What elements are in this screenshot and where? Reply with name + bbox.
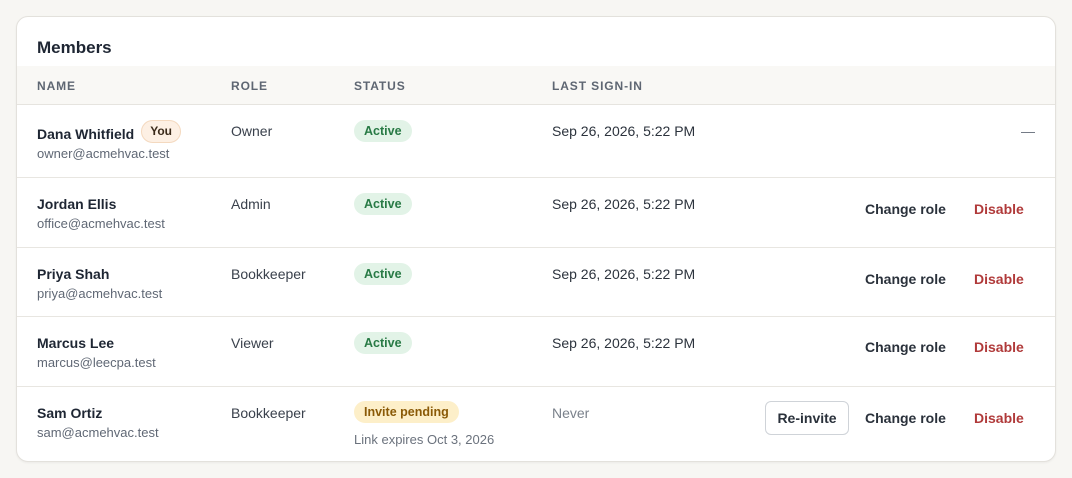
- last-sign-in: Never: [552, 405, 590, 421]
- disable-button[interactable]: Disable: [974, 410, 1024, 426]
- member-name: Marcus Lee: [37, 335, 115, 351]
- column-header-last-sign-in: LAST SIGN-IN: [552, 79, 643, 93]
- change-role-button[interactable]: Change role: [865, 201, 946, 217]
- member-role: Owner: [231, 123, 273, 139]
- you-badge: You: [141, 120, 182, 143]
- last-sign-in: Sep 26, 2026, 5:22 PM: [552, 266, 696, 282]
- column-header-status: STATUS: [354, 79, 406, 93]
- column-header-name: NAME: [37, 79, 76, 93]
- table-header: NAME ROLE STATUS LAST SIGN-IN: [17, 66, 1055, 105]
- table-row: Sam Ortiz sam@acmehvac.test Bookkeeper I…: [17, 387, 1055, 461]
- member-role: Bookkeeper: [231, 405, 306, 421]
- column-header-role: ROLE: [231, 79, 268, 93]
- table-row: Jordan Ellis office@acmehvac.test Admin …: [17, 178, 1055, 248]
- table-row: Dana Whitfield You owner@acmehvac.test O…: [17, 105, 1055, 178]
- status-badge: Invite pending: [354, 401, 459, 423]
- last-sign-in: Sep 26, 2026, 5:22 PM: [552, 196, 696, 212]
- member-role: Bookkeeper: [231, 266, 306, 282]
- card-title: Members: [37, 38, 112, 57]
- member-name: Priya Shah: [37, 266, 110, 282]
- member-name: Sam Ortiz: [37, 405, 103, 421]
- member-role: Viewer: [231, 335, 274, 351]
- last-sign-in: Sep 26, 2026, 5:22 PM: [552, 335, 696, 351]
- disable-button[interactable]: Disable: [974, 201, 1024, 217]
- member-email: office@acmehvac.test: [37, 216, 165, 231]
- member-email: sam@acmehvac.test: [37, 425, 159, 440]
- disable-button[interactable]: Disable: [974, 339, 1024, 355]
- invite-expiry-note: Link expires Oct 3, 2026: [354, 432, 495, 447]
- disable-button[interactable]: Disable: [974, 271, 1024, 287]
- change-role-button[interactable]: Change role: [865, 410, 946, 426]
- change-role-button[interactable]: Change role: [865, 271, 946, 287]
- status-badge: Active: [354, 263, 412, 285]
- members-card: Members NAME ROLE STATUS LAST SIGN-IN Da…: [16, 16, 1056, 462]
- reinvite-button[interactable]: Re-invite: [765, 401, 849, 435]
- member-email: marcus@leecpa.test: [37, 355, 156, 370]
- last-sign-in: Sep 26, 2026, 5:22 PM: [552, 123, 696, 139]
- member-name: Jordan Ellis: [37, 196, 117, 212]
- member-email: priya@acmehvac.test: [37, 286, 163, 301]
- member-role: Admin: [231, 196, 271, 212]
- table-row: Marcus Lee marcus@leecpa.test Viewer Act…: [17, 317, 1055, 387]
- change-role-button[interactable]: Change role: [865, 339, 946, 355]
- table-row: Priya Shah priya@acmehvac.test Bookkeepe…: [17, 248, 1055, 317]
- status-badge: Active: [354, 120, 412, 142]
- no-actions-placeholder: —: [1021, 123, 1035, 139]
- status-badge: Active: [354, 332, 412, 354]
- member-email: owner@acmehvac.test: [37, 146, 170, 161]
- member-name: Dana Whitfield: [37, 125, 135, 142]
- status-badge: Active: [354, 193, 412, 215]
